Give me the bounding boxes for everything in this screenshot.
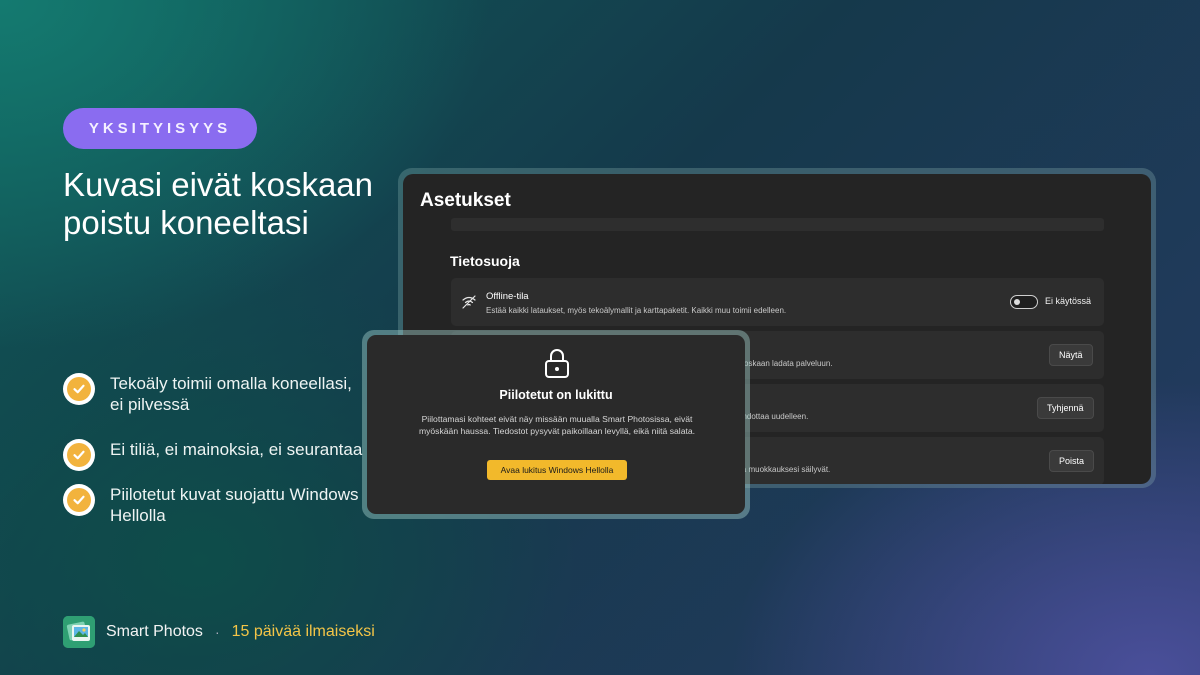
offline-mode-description: Estää kaikki lataukset, myös tekoälymall… bbox=[486, 306, 787, 315]
feature-text: Ei tiliä, ei mainoksia, ei seurantaa bbox=[110, 440, 363, 459]
row-description: koskaan ladata palveluun. bbox=[740, 359, 833, 368]
feature-text: Tekoäly toimii omalla koneellasi, ei pil… bbox=[110, 374, 352, 414]
app-name: Smart Photos bbox=[106, 623, 203, 640]
delete-button[interactable]: Poista bbox=[1049, 450, 1095, 472]
badge-label: YKSITYISYYS bbox=[88, 120, 232, 137]
offline-mode-title: Offline-tila bbox=[486, 291, 529, 302]
app-logo-icon bbox=[63, 616, 95, 648]
lock-icon bbox=[543, 347, 571, 379]
row-description: ja muokkauksesi säilyvät. bbox=[740, 465, 831, 474]
toggle-knob bbox=[1014, 299, 1020, 305]
offline-mode-toggle[interactable] bbox=[1010, 295, 1038, 309]
lock-dialog: Piilotetut on lukittu Piilottamasi kohte… bbox=[367, 335, 745, 514]
clear-button[interactable]: Tyhjennä bbox=[1037, 397, 1094, 419]
unlock-windows-hello-button[interactable]: Avaa lukitus Windows Hellolla bbox=[487, 460, 627, 480]
footer-separator: · bbox=[214, 624, 220, 640]
check-icon bbox=[63, 484, 95, 516]
settings-title: Asetukset bbox=[420, 190, 511, 211]
lock-dialog-title: Piilotetut on lukittu bbox=[499, 388, 613, 402]
offline-mode-row: Offline-tila Estää kaikki lataukset, myö… bbox=[451, 278, 1104, 326]
privacy-section-title: Tietosuoja bbox=[450, 253, 520, 269]
trial-offer: 15 päivää ilmaiseksi bbox=[231, 623, 375, 640]
privacy-badge: YKSITYISYYS bbox=[63, 108, 257, 149]
headline: Kuvasi eivät koskaan poistu koneeltasi bbox=[63, 166, 374, 241]
settings-row-stub bbox=[451, 218, 1104, 231]
show-button[interactable]: Näytä bbox=[1049, 344, 1093, 366]
feature-list: Tekoäly toimii omalla koneellasi, ei pil… bbox=[63, 373, 363, 550]
offline-icon bbox=[461, 294, 477, 310]
check-icon bbox=[63, 439, 95, 471]
check-icon bbox=[63, 373, 95, 405]
feature-item: Ei tiliä, ei mainoksia, ei seurantaa bbox=[63, 439, 363, 471]
footer: Smart Photos · 15 päivää ilmaiseksi bbox=[63, 614, 375, 650]
feature-item: Tekoäly toimii omalla koneellasi, ei pil… bbox=[63, 373, 363, 415]
feature-text: Piilotetut kuvat suojattu Windows Hellol… bbox=[110, 485, 359, 525]
feature-item: Piilotetut kuvat suojattu Windows Hellol… bbox=[63, 484, 363, 526]
offline-toggle-state: Ei käytössä bbox=[1045, 296, 1092, 306]
lock-dialog-body: Piilottamasi kohteet eivät näy missään m… bbox=[418, 414, 696, 436]
